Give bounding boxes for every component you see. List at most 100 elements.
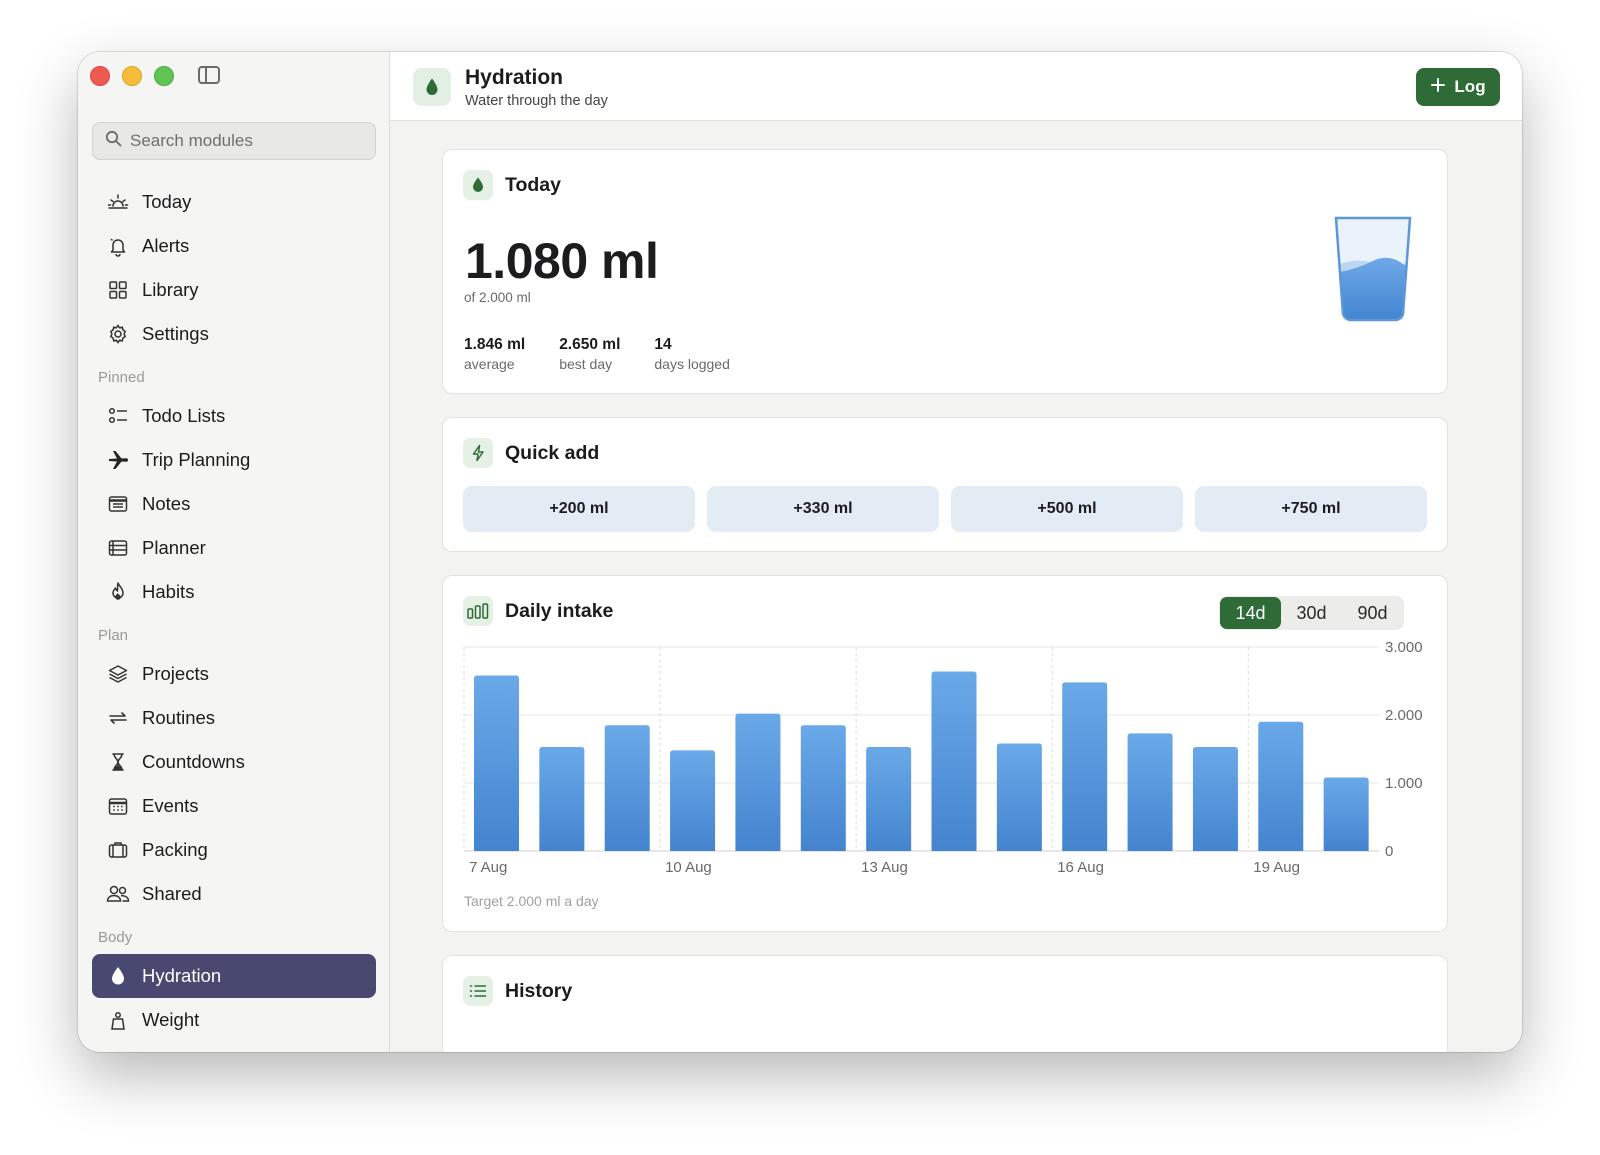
sunrise-icon [106,190,130,214]
water-drop-icon [413,68,451,106]
sidebar-item-label: Today [142,191,192,212]
sidebar-item-routines[interactable]: Routines [92,696,376,740]
note-icon [106,492,130,516]
bar-19-aug[interactable] [1258,721,1304,851]
sidebar-item-label: Weight [142,1009,200,1030]
list-icon [463,976,493,1006]
water-glass-progress [1333,216,1413,327]
stat-best-day: 2.650 ml best day [559,336,621,372]
sidebar-item-label: Trip Planning [142,449,251,470]
sidebar-item-planner[interactable]: Planner [92,526,376,570]
quick-add-500-button[interactable]: +500 ml [951,486,1183,532]
quick-add-200-button[interactable]: +200 ml [463,486,695,532]
stat-days-logged: 14 days logged [654,336,730,372]
checklist-icon [106,404,130,428]
stats-row: 1.846 ml average 2.650 ml best day 14 da… [464,336,730,372]
log-button-label: Log [1454,77,1486,96]
search-field[interactable] [92,122,376,160]
card-title: Quick add [505,441,600,464]
bar-15-aug[interactable] [996,743,1042,851]
today-card: Today 1.080 ml of 2.000 ml 1.846 ml aver… [442,149,1448,394]
window-controls [90,66,174,86]
page-title: Hydration [465,66,564,89]
sidebar-item-trip-planning[interactable]: Trip Planning [92,438,376,482]
sidebar-item-shared[interactable]: Shared [92,872,376,916]
sidebar-item-alerts[interactable]: Alerts [92,224,376,268]
sidebar-item-hydration[interactable]: Hydration [92,954,376,998]
flame-icon [106,580,130,604]
minimize-window-button[interactable] [122,66,142,86]
quick-add-330-button[interactable]: +330 ml [707,486,939,532]
stat-average: 1.846 ml average [464,336,526,372]
quick-add-buttons: +200 ml +330 ml +500 ml +750 ml [463,486,1427,532]
x-tick-label: 10 Aug [665,859,712,876]
bar-12-aug[interactable] [800,725,846,851]
bar-10-aug[interactable] [670,750,716,851]
sidebar-item-label: Countdowns [142,751,245,772]
sidebar-item-projects[interactable]: Projects [92,652,376,696]
sidebar-item-label: Shared [142,883,202,904]
y-tick-label: 0 [1385,843,1393,860]
daily-intake-card: Daily intake 14d 30d 90d 0 1.000 2.000 3.00… [442,575,1448,932]
bar-16-aug[interactable] [1062,682,1108,851]
bell-icon [106,234,130,258]
sidebar-item-label: Library [142,279,199,300]
sidebar-item-label: Notes [142,493,191,514]
zoom-window-button[interactable] [154,66,174,86]
sidebar-item-library[interactable]: Library [92,268,376,312]
sidebar-item-notes[interactable]: Notes [92,482,376,526]
sidebar-item-label: Settings [142,323,209,344]
sidebar-item-label: Alerts [142,235,190,256]
search-icon [105,130,122,152]
sidebar-toggle-icon[interactable] [198,66,220,84]
plus-icon [1430,77,1446,98]
bar-7-aug[interactable] [474,675,519,851]
target-note: Target 2.000 ml a day [464,893,599,909]
sidebar-item-events[interactable]: Events [92,784,376,828]
search-input[interactable] [130,131,360,151]
sidebar-item-label: Projects [142,663,209,684]
bar-8-aug[interactable] [539,746,585,851]
bar-18-aug[interactable] [1192,746,1238,851]
toolbar: Hydration Water through the day Log [390,52,1522,121]
bar-9-aug[interactable] [604,725,650,851]
y-tick-label: 1.000 [1385,775,1423,792]
bar-17-aug[interactable] [1127,733,1173,851]
close-window-button[interactable] [90,66,110,86]
y-tick-label: 2.000 [1385,707,1423,724]
repeat-icon [106,706,130,730]
sidebar-item-todo-lists[interactable]: Todo Lists [92,394,376,438]
sidebar-item-packing[interactable]: Packing [92,828,376,872]
sidebar-item-settings[interactable]: Settings [92,312,376,356]
sidebar-item-countdowns[interactable]: Countdowns [92,740,376,784]
sidebar: Today Alerts Library Settings Pin [78,52,390,1052]
sidebar-item-habits[interactable]: Habits [92,570,376,614]
bar-11-aug[interactable] [735,713,781,851]
page-subtitle: Water through the day [465,93,608,109]
sidebar-item-label: Hydration [142,965,222,986]
app-window: Today Alerts Library Settings Pin [78,52,1522,1052]
card-title: Today [505,173,561,196]
people-icon [106,882,130,906]
sidebar-item-label: Planner [142,537,206,558]
quick-add-750-button[interactable]: +750 ml [1195,486,1427,532]
sidebar-item-weight[interactable]: Weight [92,998,376,1042]
quick-add-card: Quick add +200 ml +330 ml +500 ml +750 m… [442,417,1448,552]
layers-icon [106,662,130,686]
sidebar-item-label: Todo Lists [142,405,226,426]
suitcase-icon [106,838,130,862]
calendar-icon [106,794,130,818]
section-label-body: Body [98,929,133,946]
bar-14-aug[interactable] [931,671,977,851]
bar-13-aug[interactable] [866,746,912,851]
sidebar-item-today[interactable]: Today [92,180,376,224]
sidebar-nav: Today Alerts Library Settings Pinned Tod… [92,180,376,1042]
main-content: Hydration Water through the day Log Toda… [390,52,1522,1052]
airplane-icon [106,448,130,472]
today-intake-value: 1.080 ml [465,233,659,289]
log-button[interactable]: Log [1416,68,1500,106]
bar-20-aug[interactable] [1323,777,1369,851]
x-tick-label: 16 Aug [1057,859,1104,876]
planner-icon [106,536,130,560]
x-tick-label: 13 Aug [861,859,908,876]
